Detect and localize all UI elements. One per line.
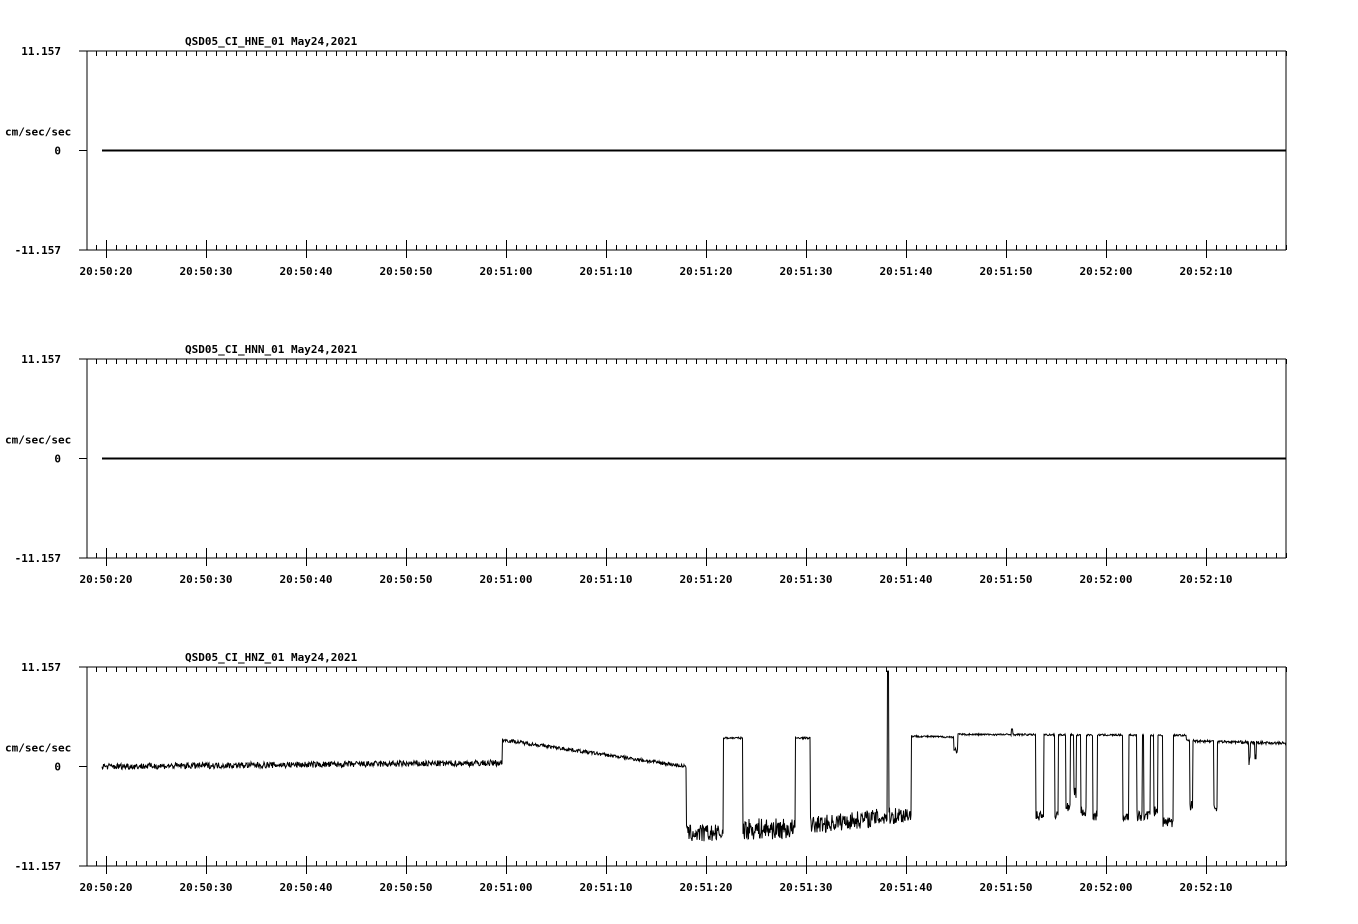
y-tick-label: 0 (54, 145, 61, 158)
y-tick-label: 11.157 (21, 661, 61, 674)
x-tick-label: 20:51:40 (880, 265, 933, 278)
y-axis-label: cm/sec/sec (5, 126, 71, 139)
x-tick-label: 20:52:10 (1180, 265, 1233, 278)
x-tick-label: 20:52:00 (1080, 265, 1133, 278)
x-tick-label: 20:51:00 (480, 573, 533, 586)
x-tick-label: 20:50:40 (280, 265, 333, 278)
x-tick-label: 20:50:40 (280, 881, 333, 894)
y-tick-label: -11.157 (15, 552, 61, 565)
x-tick-label: 20:50:20 (80, 881, 133, 894)
x-tick-label: 20:50:50 (380, 265, 433, 278)
x-tick-label: 20:51:50 (980, 265, 1033, 278)
x-tick-label: 20:51:30 (780, 265, 833, 278)
x-tick-label: 20:51:30 (780, 881, 833, 894)
x-tick-label: 20:50:30 (180, 573, 233, 586)
y-axis-label: cm/sec/sec (5, 742, 71, 755)
seismogram-chart: QSD05_CI_HNE_01 May24,2021 11.157 0 -11.157… (0, 0, 1358, 924)
x-tick-label: 20:51:00 (480, 265, 533, 278)
panel-title: QSD05_CI_HNZ_01 May24,2021 (185, 651, 358, 664)
panel-1: QSD05_CI_HNE_01 May24,2021 11.157 0 -11.157… (5, 35, 1287, 278)
x-tick-label: 20:52:00 (1080, 573, 1133, 586)
x-tick-label: 20:50:30 (180, 265, 233, 278)
x-tick-label: 20:51:40 (880, 573, 933, 586)
y-tick-label: -11.157 (15, 244, 61, 257)
y-tick-label: -11.157 (15, 860, 61, 873)
x-tick-label: 20:51:20 (680, 265, 733, 278)
x-tick-label: 20:52:00 (1080, 881, 1133, 894)
y-tick-label: 0 (54, 453, 61, 466)
y-tick-label: 11.157 (21, 45, 61, 58)
waveform-trace (102, 671, 1286, 841)
x-tick-label: 20:51:10 (580, 265, 633, 278)
x-tick-label: 20:51:00 (480, 881, 533, 894)
x-tick-label: 20:50:50 (380, 881, 433, 894)
x-tick-label: 20:51:30 (780, 573, 833, 586)
x-tick-label: 20:50:20 (80, 265, 133, 278)
x-tick-label: 20:51:40 (880, 881, 933, 894)
x-tick-label: 20:51:50 (980, 573, 1033, 586)
y-axis-label: cm/sec/sec (5, 434, 71, 447)
panel-3: QSD05_CI_HNZ_01 May24,2021 11.157 0 -11.157… (5, 651, 1287, 894)
x-tick-label: 20:50:20 (80, 573, 133, 586)
x-tick-label: 20:51:10 (580, 573, 633, 586)
x-tick-label: 20:50:50 (380, 573, 433, 586)
x-tick-label: 20:50:30 (180, 881, 233, 894)
x-tick-label: 20:51:10 (580, 881, 633, 894)
x-tick-label: 20:52:10 (1180, 573, 1233, 586)
x-tick-label: 20:51:20 (680, 573, 733, 586)
panel-2: QSD05_CI_HNN_01 May24,2021 11.157 0 -11.157… (5, 343, 1287, 586)
x-tick-label: 20:51:50 (980, 881, 1033, 894)
y-tick-label: 0 (54, 761, 61, 774)
panel-title: QSD05_CI_HNE_01 May24,2021 (185, 35, 358, 48)
y-tick-label: 11.157 (21, 353, 61, 366)
panel-title: QSD05_CI_HNN_01 May24,2021 (185, 343, 358, 356)
x-tick-label: 20:51:20 (680, 881, 733, 894)
x-tick-label: 20:50:40 (280, 573, 333, 586)
x-tick-label: 20:52:10 (1180, 881, 1233, 894)
